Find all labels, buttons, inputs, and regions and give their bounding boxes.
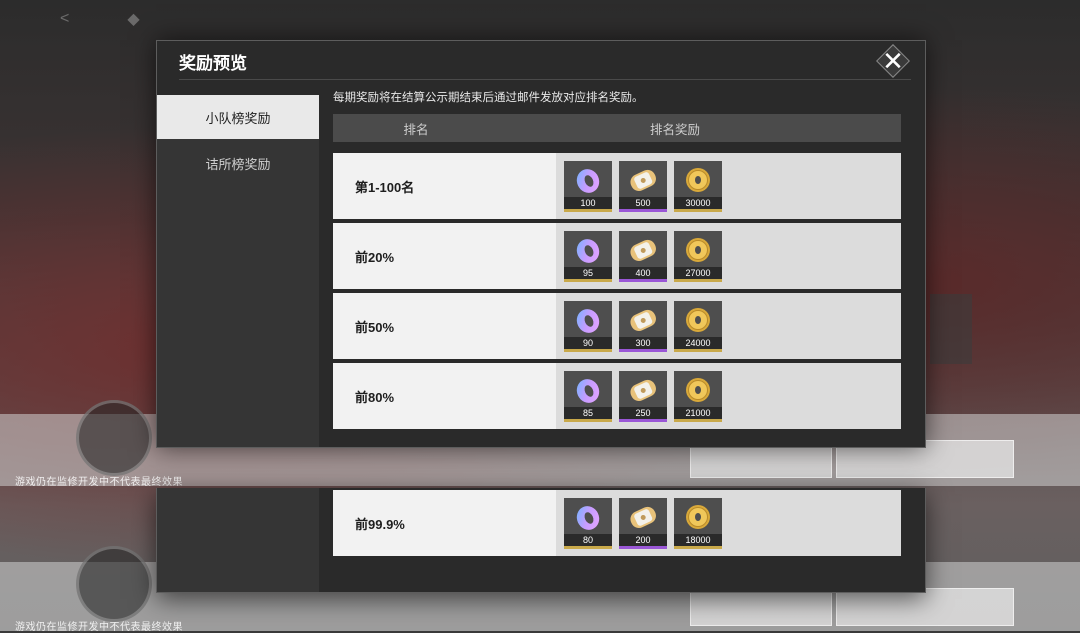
reward-preview-dialog: 奖励预览 ✕ 小队榜奖励 诘所榜奖励 每期奖励将在结算公示期结束后通过邮件发放对… (156, 40, 926, 448)
header-rewards: 排名奖励 (649, 122, 700, 137)
header-rank: 排名 (403, 122, 429, 137)
reward-quantity: 18000 (674, 533, 722, 546)
rank-label: 前99.9% (355, 516, 405, 532)
dev-watermark: 游戏仍在监修开发中不代表最终效果 (15, 477, 183, 488)
dialog-header: 奖励预览 ✕ (157, 41, 925, 81)
table-header: 排名 排名奖励 (333, 114, 901, 142)
reward-quantity: 95 (564, 266, 612, 279)
reward-item[interactable]: 400 (619, 230, 667, 282)
reward-item[interactable]: 100 (564, 160, 612, 212)
ring-token-icon (564, 501, 612, 533)
rank-label: 第1-100名 (355, 179, 415, 195)
ring-token-icon (564, 304, 612, 336)
rank-label: 前20% (355, 249, 395, 265)
ticket-coin-icon (619, 374, 667, 406)
reward-item[interactable]: 21000 (674, 370, 722, 422)
tab-office-ranking-rewards[interactable]: 诘所榜奖励 (157, 141, 319, 185)
reward-items: 85 250 21000 (556, 363, 901, 429)
reward-item[interactable]: 90 (564, 300, 612, 352)
rank-label: 前50% (355, 319, 395, 335)
gold-coin-icon (674, 304, 722, 336)
background-button (836, 588, 1014, 626)
reward-quantity: 100 (564, 196, 612, 209)
ticket-coin-icon (619, 501, 667, 533)
reward-item[interactable]: 80 (564, 497, 612, 549)
background-side-panel (930, 294, 972, 364)
reward-notice: 每期奖励将在结算公示期结束后通过邮件发放对应排名奖励。 (333, 92, 644, 104)
background-emblem-icon (76, 400, 152, 476)
reward-item[interactable]: 200 (619, 497, 667, 549)
reward-item[interactable]: 300 (619, 300, 667, 352)
reward-row: 前99.9% 80 200 18000 (333, 490, 901, 556)
reward-items: 100 500 30000 (556, 153, 901, 219)
reward-quantity: 500 (619, 196, 667, 209)
diamond-icon: ◆ (127, 11, 140, 28)
reward-tabs: 小队榜奖励 诘所榜奖励 (157, 95, 319, 447)
reward-items: 80 200 18000 (556, 490, 901, 556)
ticket-coin-icon (619, 304, 667, 336)
gold-coin-icon (674, 374, 722, 406)
ticket-coin-icon (619, 164, 667, 196)
background-button (690, 588, 832, 626)
reward-item[interactable]: 18000 (674, 497, 722, 549)
reward-tabs-continued (157, 488, 319, 592)
gold-coin-icon (674, 164, 722, 196)
tab-squad-ranking-rewards[interactable]: 小队榜奖励 (157, 95, 319, 139)
reward-items: 90 300 24000 (556, 293, 901, 359)
reward-item[interactable]: 95 (564, 230, 612, 282)
ticket-coin-icon (619, 234, 667, 266)
close-icon: ✕ (882, 46, 904, 76)
reward-quantity: 85 (564, 406, 612, 419)
reward-quantity: 27000 (674, 266, 722, 279)
reward-quantity: 24000 (674, 336, 722, 349)
reward-row: 前20% 95 400 27000 (333, 223, 901, 289)
close-button[interactable]: ✕ (875, 44, 911, 78)
background-topbar: < ◆ (60, 6, 140, 32)
reward-quantity: 400 (619, 266, 667, 279)
reward-quantity: 300 (619, 336, 667, 349)
reward-item[interactable]: 500 (619, 160, 667, 212)
reward-item[interactable]: 250 (619, 370, 667, 422)
ring-token-icon (564, 374, 612, 406)
gold-coin-icon (674, 234, 722, 266)
reward-item[interactable]: 27000 (674, 230, 722, 282)
reward-item[interactable]: 24000 (674, 300, 722, 352)
reward-row: 前80% 85 250 21000 (333, 363, 901, 429)
reward-item[interactable]: 30000 (674, 160, 722, 212)
reward-preview-dialog-continued: 前99.9% 80 200 18000 (156, 488, 926, 593)
reward-quantity: 30000 (674, 196, 722, 209)
reward-quantity: 80 (564, 533, 612, 546)
reward-quantity: 21000 (674, 406, 722, 419)
rank-label: 前80% (355, 389, 395, 405)
reward-row: 前50% 90 300 24000 (333, 293, 901, 359)
reward-quantity: 90 (564, 336, 612, 349)
reward-item[interactable]: 85 (564, 370, 612, 422)
ring-token-icon (564, 164, 612, 196)
reward-quantity: 200 (619, 533, 667, 546)
header-divider (179, 79, 911, 80)
ring-token-icon (564, 234, 612, 266)
reward-quantity: 250 (619, 406, 667, 419)
background-emblem-icon (76, 546, 152, 622)
share-icon: < (60, 10, 70, 27)
dialog-title: 奖励预览 (179, 54, 247, 74)
reward-items: 95 400 27000 (556, 223, 901, 289)
reward-row: 第1-100名 100 500 30000 (333, 153, 901, 219)
gold-coin-icon (674, 501, 722, 533)
